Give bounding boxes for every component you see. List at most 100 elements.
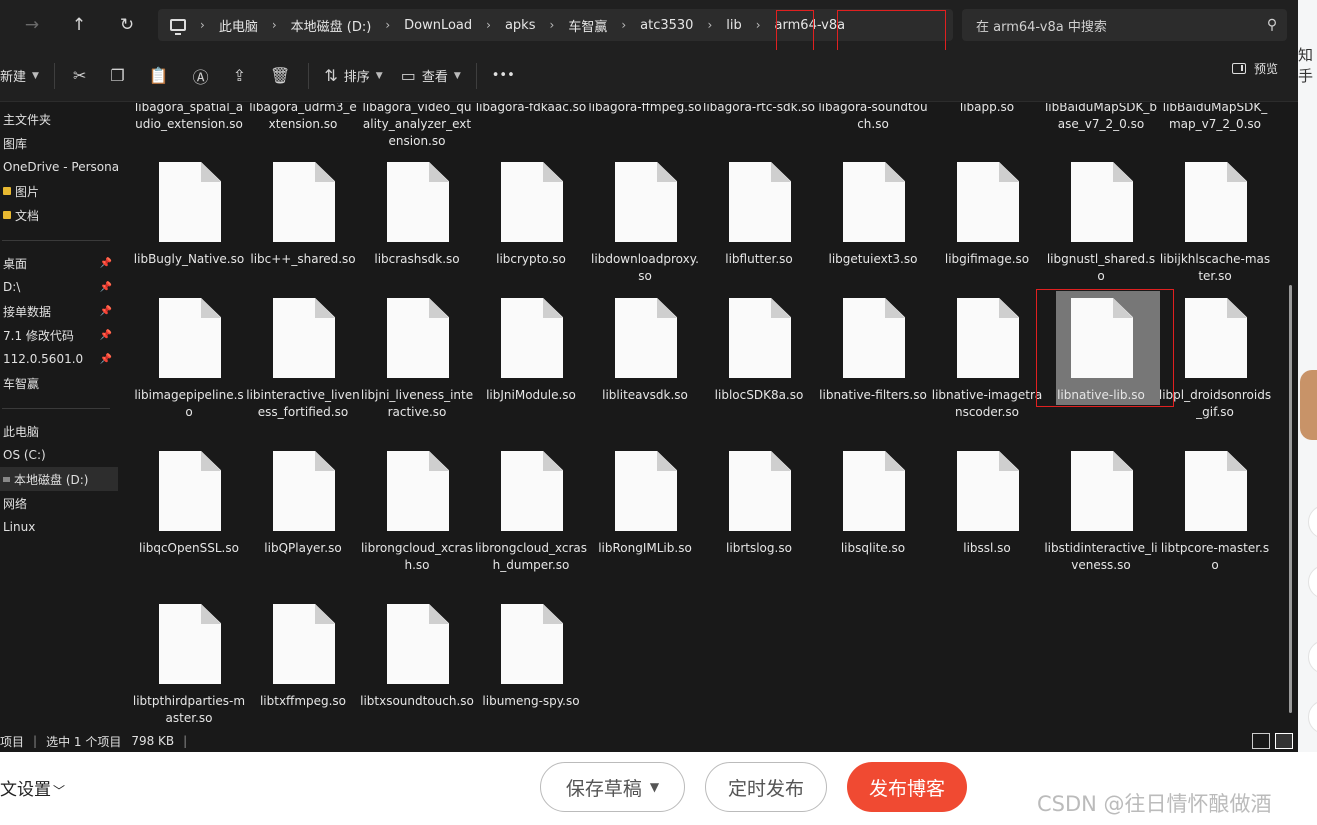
folder-icon (3, 187, 11, 195)
cut-button[interactable]: ✂ (61, 60, 98, 92)
breadcrumb-chezhiying[interactable]: 车智赢 (560, 16, 615, 35)
sidebar-item-pictures[interactable]: 图片 (0, 179, 118, 203)
new-button[interactable]: 新建 ▼ (0, 60, 48, 92)
share-button[interactable]: ⇪ (221, 60, 258, 92)
file-icon-fold (771, 162, 791, 182)
sidebar-item-gallery[interactable]: 图库 (0, 131, 118, 155)
view-button[interactable]: ▭ 查看 ▼ (392, 60, 470, 92)
status-item-count: 项目 (0, 734, 25, 749)
forward-button[interactable]: → (17, 10, 47, 40)
copy-button[interactable]: ❐ (98, 60, 136, 92)
sidebar-item-home[interactable]: 主文件夹 (0, 107, 118, 131)
sidebar-item-documents[interactable]: 文档 (0, 203, 118, 227)
pin-icon: 📌 (99, 281, 112, 293)
file-name: libagora-ffmpeg.so (588, 103, 702, 114)
file-icon-fold (429, 162, 449, 182)
sidebar-item-code-changes[interactable]: 7.1 修改代码 📌 (0, 323, 118, 347)
breadcrumb-drive-d[interactable]: 本地磁盘 (D:) (283, 16, 380, 35)
file-icon-fold (543, 451, 563, 471)
sidebar-item-local-disk-d[interactable]: 本地磁盘 (D:) (0, 467, 118, 491)
address-bar[interactable]: › 此电脑 › 本地磁盘 (D:) › DownLoad › apks › 车智… (158, 9, 953, 41)
file-grid: libagora_spatial_audio_extension.so liba… (120, 103, 1292, 730)
chevron-down-icon: ▼ (453, 70, 461, 81)
sort-button[interactable]: ⇅ 排序 ▼ (315, 60, 391, 92)
side-float-button[interactable] (1308, 700, 1317, 734)
details-view-button[interactable] (1252, 733, 1270, 749)
file-name: libnative-filters.so (819, 388, 927, 402)
file-name: libagora-fdkaac.so (475, 103, 587, 114)
sidebar-item-c-drive[interactable]: OS (C:) (0, 443, 118, 467)
file-name: libinteractive_liveness_fortified.so (246, 388, 360, 419)
file-icon-fold (657, 162, 677, 182)
file-icon-fold (315, 604, 335, 624)
large-icons-view-button[interactable] (1275, 733, 1293, 749)
vertical-scrollbar[interactable] (1289, 285, 1292, 713)
toolbar-divider (53, 62, 55, 89)
save-draft-button[interactable]: 保存草稿 ▼ (540, 762, 685, 812)
file-name: libgnustl_shared.so (1046, 252, 1156, 283)
file-icon-fold (885, 298, 905, 318)
file-name: libcrypto.so (496, 252, 566, 266)
breadcrumb-atc3530[interactable]: atc3530 (632, 18, 701, 33)
sidebar-item-desktop[interactable]: 桌面 📌 (0, 251, 118, 275)
file-name: libBugly_Native.so (133, 252, 245, 266)
refresh-button[interactable]: ↻ (112, 10, 142, 40)
file-name: librtslog.so (726, 541, 792, 555)
pin-icon: 📌 (99, 353, 112, 365)
chevron-right-icon: › (755, 18, 761, 32)
side-float-button[interactable] (1308, 565, 1317, 599)
file-icon-fold (1227, 451, 1247, 471)
file-icon-fold (201, 162, 221, 182)
preview-button[interactable]: 预览 (1231, 60, 1278, 77)
file-icon-fold (771, 451, 791, 471)
side-float-button[interactable] (1308, 640, 1317, 674)
breadcrumb-this-pc[interactable]: 此电脑 (211, 16, 266, 35)
search-input[interactable]: 在 arm64-v8a 中搜索 ⚲ (962, 9, 1287, 41)
article-settings-toggle[interactable]: 文设置 ﹀ (0, 775, 65, 800)
sidebar-item-d-drive[interactable]: D:\ 📌 (0, 275, 118, 299)
file-name: libRongIMLib.so (598, 541, 692, 555)
sidebar-item-linux[interactable]: Linux (0, 515, 118, 539)
file-icon-fold (201, 451, 221, 471)
more-button[interactable]: ••• (483, 60, 524, 92)
breadcrumb-arm64-v8a[interactable]: arm64-v8a (767, 18, 854, 33)
breadcrumb-apks[interactable]: apks (497, 18, 544, 33)
file-name: libagora_spatial_audio_extension.so (134, 103, 244, 131)
file-icon-fold (999, 298, 1019, 318)
paste-button[interactable]: 📋 (137, 60, 181, 92)
file-icon-fold (1227, 162, 1247, 182)
rename-button[interactable]: Ⓐ (181, 60, 221, 92)
publish-blog-button[interactable]: 发布博客 (847, 762, 967, 812)
sidebar-item-this-pc[interactable]: 此电脑 (0, 419, 118, 443)
file-icon-fold (201, 298, 221, 318)
file-name: libBaiduMapSDK_map_v7_2_0.so (1162, 103, 1268, 131)
file-name: libnative-imagetranscoder.so (931, 388, 1043, 419)
folder-icon (3, 211, 11, 219)
file-name: libBaiduMapSDK_base_v7_2_0.so (1044, 103, 1158, 131)
sidebar-item-onedrive[interactable]: OneDrive - Persona (0, 155, 118, 179)
breadcrumb-download[interactable]: DownLoad (396, 18, 480, 33)
sidebar-item-chezhiying[interactable]: 车智赢 (0, 371, 118, 395)
paste-icon: 📋 (148, 66, 169, 85)
side-float-button[interactable] (1308, 505, 1317, 539)
sidebar-item-version-folder[interactable]: 112.0.5601.0 📌 (0, 347, 118, 371)
file-name: libpl_droidsonroids_gif.so (1158, 388, 1272, 419)
sidebar-item-network[interactable]: 网络 (0, 491, 118, 515)
search-icon[interactable]: ⚲ (1257, 17, 1287, 33)
pin-icon: 📌 (99, 329, 112, 341)
navigation-pane: 主文件夹 图库 OneDrive - Persona 图片 文档 桌面 📌 D:\… (0, 103, 120, 730)
toolbar-divider (475, 62, 477, 89)
status-divider: | (33, 734, 38, 748)
schedule-publish-button[interactable]: 定时发布 (705, 762, 827, 812)
breadcrumb-lib[interactable]: lib (718, 18, 749, 33)
up-button[interactable]: ↑ (64, 10, 94, 40)
delete-button[interactable]: 🗑 (258, 60, 302, 92)
file-name: libagora_video_quality_analyzer_extensio… (362, 103, 472, 148)
watermark: CSDN @往日情怀酿做酒 (1037, 792, 1272, 816)
file-icon-fold (315, 451, 335, 471)
file-name: libgetuiext3.so (828, 252, 918, 266)
sidebar-item-order-data[interactable]: 接单数据 📌 (0, 299, 118, 323)
status-bar: 项目 | 选中 1 个项目 798 KB | (0, 730, 1298, 752)
chevron-right-icon: › (486, 18, 491, 32)
file-name: libc++_shared.so (250, 252, 356, 266)
